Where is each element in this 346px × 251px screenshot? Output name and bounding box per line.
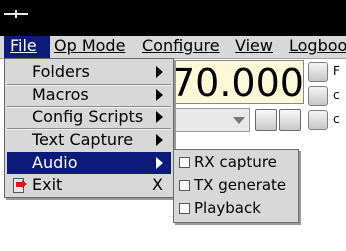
tx-generate-checkbox[interactable] bbox=[179, 180, 190, 191]
menu-item-exit[interactable]: Exit X bbox=[7, 174, 171, 196]
exit-icon bbox=[13, 178, 27, 193]
file-menu-dropdown: Folders Macros Config Scripts Text Captu… bbox=[4, 58, 174, 198]
menu-view[interactable]: View bbox=[235, 36, 273, 58]
menu-item-folders[interactable]: Folders bbox=[7, 61, 171, 83]
menu-file[interactable]: File bbox=[4, 36, 50, 58]
side-label-3: c bbox=[333, 112, 340, 126]
swap-icon[interactable] bbox=[255, 109, 277, 131]
submenu-arrow-icon bbox=[156, 111, 163, 123]
menu-item-audio[interactable]: Audio bbox=[7, 152, 171, 174]
submenu-arrow-icon bbox=[156, 66, 163, 78]
menu-item-playback[interactable]: Playback bbox=[176, 197, 296, 219]
rx-capture-checkbox[interactable] bbox=[179, 157, 190, 168]
menu-item-text-capture[interactable]: Text Capture bbox=[7, 129, 171, 151]
mode-combo[interactable] bbox=[170, 108, 250, 132]
menu-item-config-scripts[interactable]: Config Scripts bbox=[7, 106, 171, 128]
menu-op-mode[interactable]: Op Mode bbox=[54, 36, 125, 58]
menu-item-macros[interactable]: Macros bbox=[7, 84, 171, 106]
menu-configure[interactable]: Configure bbox=[142, 36, 220, 58]
frequency-value: 70.000 bbox=[171, 61, 304, 105]
title-strip bbox=[0, 0, 346, 36]
exit-shortcut: X bbox=[152, 175, 163, 194]
tool-icon[interactable] bbox=[279, 109, 301, 131]
menu-item-tx-generate[interactable]: TX generate bbox=[176, 174, 296, 196]
menu-logbook[interactable]: Logbook bbox=[289, 36, 346, 58]
side-label-1: F bbox=[333, 64, 340, 78]
chevron-down-icon bbox=[233, 117, 245, 124]
menu-item-rx-capture[interactable]: RX capture bbox=[176, 151, 296, 173]
submenu-arrow-icon bbox=[156, 134, 163, 146]
freq-lookup-icon[interactable] bbox=[308, 62, 328, 82]
broom-clear-icon[interactable] bbox=[308, 86, 328, 106]
playback-checkbox[interactable] bbox=[179, 203, 190, 214]
window-grip-icon[interactable] bbox=[4, 10, 28, 18]
audio-submenu: RX capture TX generate Playback bbox=[173, 149, 299, 223]
menu-bar: File Op Mode Configure View Logbook bbox=[0, 36, 346, 59]
submenu-arrow-icon bbox=[156, 157, 163, 169]
arrow-return-icon[interactable] bbox=[308, 110, 328, 130]
submenu-arrow-icon bbox=[156, 89, 163, 101]
side-label-2: c bbox=[333, 88, 340, 102]
